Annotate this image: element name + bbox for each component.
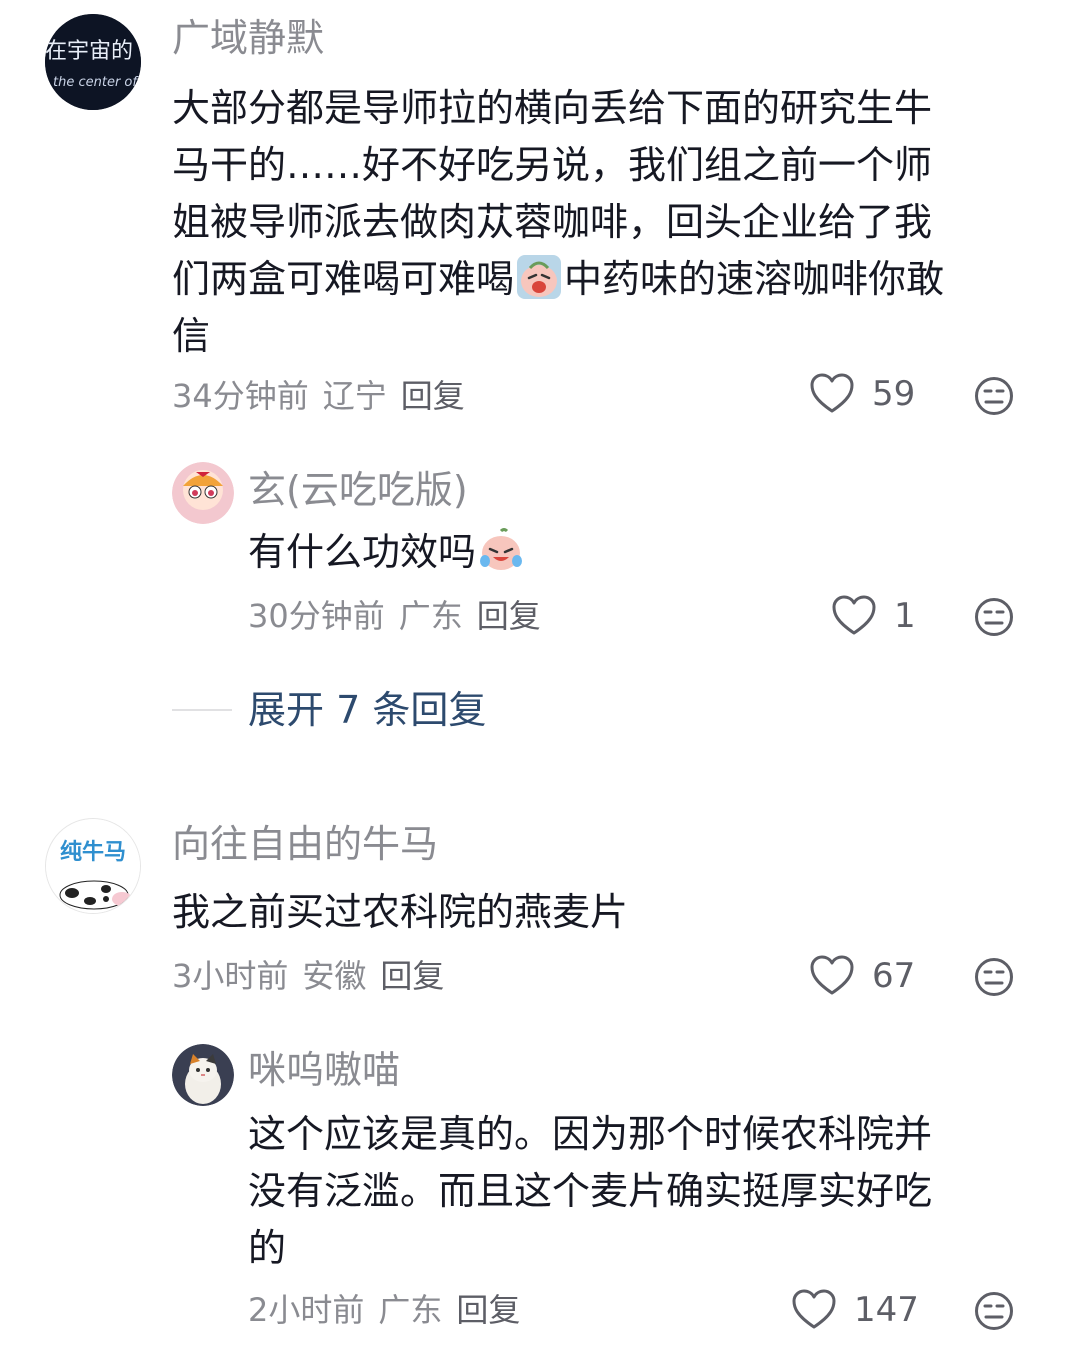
timestamp: 30分钟前 [248, 597, 385, 635]
location: 辽宁 [322, 377, 387, 415]
comment-line: 马干的……好不好吃另说，我们组之前一个师 [172, 143, 933, 187]
comment-line: 的 [248, 1226, 287, 1270]
like-count: 67 [872, 956, 916, 996]
location: 广东 [378, 1291, 443, 1329]
comment-text: 我之前买过农科院的燕麦片 [172, 884, 628, 941]
expand-replies-button[interactable]: 展开 7 条回复 [172, 688, 486, 732]
avatar[interactable]: 纯牛马 [45, 818, 141, 914]
avatar[interactable] [172, 462, 234, 524]
avatar-subtext: the center of [53, 75, 139, 90]
expand-replies-label: 展开 7 条回复 [248, 688, 487, 732]
avatar[interactable]: 在宇宙的 the center of [45, 14, 141, 110]
comment-meta: 2小时前 广东 回复 [248, 1290, 534, 1330]
heart-icon [792, 1289, 836, 1329]
dislike-face-icon[interactable] [974, 376, 1014, 416]
username[interactable]: 向往自由的牛马 [172, 822, 438, 866]
comment-meta: 30分钟前 广东 回复 [248, 596, 555, 636]
heart-icon [810, 955, 854, 995]
comment-line: 信 [172, 314, 211, 358]
comment-text: 这个应该是真的。因为那个时候农科院并 没有泛滥。而且这个麦片确实挺厚实好吃 的 [248, 1106, 932, 1277]
avatar[interactable] [172, 1044, 234, 1106]
avatar-text: 在宇宙的 [45, 39, 133, 64]
heart-icon [832, 595, 876, 635]
timestamp: 2小时前 [248, 1291, 365, 1329]
comment-line: 这个应该是真的。因为那个时候农科院并 [248, 1112, 933, 1156]
comment-line: 大部分都是导师拉的横向丢给下面的研究生牛 [172, 86, 933, 130]
comment-line: 没有泛滥。而且这个麦片确实挺厚实好吃 [248, 1169, 933, 1213]
reply-button[interactable]: 回复 [401, 377, 465, 415]
like-button[interactable]: 59 [810, 373, 915, 415]
like-button[interactable]: 67 [810, 955, 915, 997]
laughing-crying-emoji [480, 528, 523, 570]
crying-face-emoji [517, 255, 562, 299]
avatar-text: 纯牛马 [60, 839, 126, 865]
heart-icon [810, 373, 854, 413]
username[interactable]: 玄(云吃吃版) [248, 468, 468, 512]
dislike-face-icon[interactable] [974, 957, 1014, 997]
like-button[interactable]: 147 [792, 1289, 919, 1331]
like-count: 147 [854, 1290, 919, 1330]
comment-text: 大部分都是导师拉的横向丢给下面的研究生牛 马干的……好不好吃另说，我们组之前一个… [172, 80, 944, 365]
timestamp: 3小时前 [172, 957, 289, 995]
comment-line: 我之前买过农科院的燕麦片 [172, 890, 629, 934]
comment-line-part: 中药味的速溶咖啡你敢 [564, 257, 945, 301]
comment-line-part: 有什么功效吗 [248, 530, 477, 574]
reply-button[interactable]: 回复 [380, 957, 444, 995]
divider [172, 709, 232, 711]
reply-button[interactable]: 回复 [456, 1291, 520, 1329]
comment-meta: 34分钟前 辽宁 回复 [172, 376, 479, 416]
timestamp: 34分钟前 [172, 377, 309, 415]
comment-text: 有什么功效吗 [248, 524, 526, 581]
dislike-face-icon[interactable] [974, 1291, 1014, 1331]
reply-button[interactable]: 回复 [477, 597, 541, 635]
location: 安徽 [302, 957, 367, 995]
comment-line: 们两盒可难喝可难喝 中药味的速溶咖啡你敢 [172, 251, 944, 308]
comment-line: 姐被导师派去做肉苁蓉咖啡，回头企业给了我 [172, 200, 933, 244]
like-count: 59 [872, 374, 916, 414]
username[interactable]: 咪呜嗷喵 [248, 1048, 400, 1092]
comment-line-part: 们两盒可难喝可难喝 [172, 257, 515, 301]
like-count: 1 [894, 596, 916, 636]
username[interactable]: 广域静默 [172, 16, 324, 60]
comment-meta: 3小时前 安徽 回复 [172, 956, 458, 996]
location: 广东 [398, 597, 463, 635]
comment-line: 有什么功效吗 [248, 524, 526, 581]
dislike-face-icon[interactable] [974, 597, 1014, 637]
like-button[interactable]: 1 [832, 595, 916, 637]
